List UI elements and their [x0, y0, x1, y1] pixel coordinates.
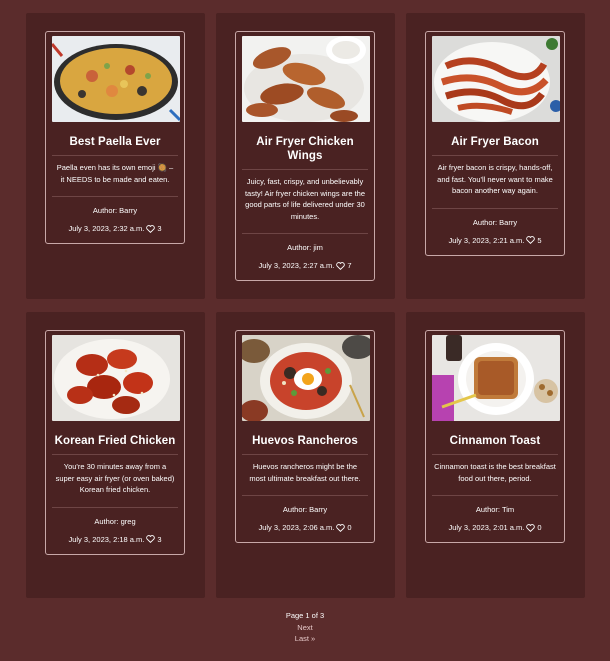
recipe-meta: July 3, 2023, 2:18 a.m. 3 — [52, 535, 178, 544]
recipe-description: Huevos rancheros might be the most ultim… — [249, 462, 361, 483]
recipe-author: Author: Tim — [475, 505, 515, 514]
recipe-panel: Korean Fried Chicken You're 30 minutes a… — [26, 312, 205, 598]
like-count: 5 — [537, 235, 542, 245]
recipe-title[interactable]: Huevos Rancheros — [242, 434, 368, 448]
like-count: 7 — [347, 261, 352, 270]
recipe-thumbnail[interactable] — [242, 36, 370, 122]
recipe-meta: July 3, 2023, 2:06 a.m. 0 — [242, 523, 368, 532]
heart-icon[interactable] — [146, 224, 156, 233]
recipe-thumbnail[interactable] — [52, 335, 180, 421]
recipe-author: Author: Barry — [472, 217, 518, 227]
recipe-description: You're 30 minutes away from a super easy… — [55, 462, 175, 494]
recipe-date: July 3, 2023, 2:18 a.m. — [68, 534, 145, 544]
heart-icon[interactable] — [526, 523, 536, 532]
recipe-meta: July 3, 2023, 2:01 a.m. 0 — [432, 523, 558, 532]
recipe-card[interactable]: Cinnamon Toast Cinnamon toast is the bes… — [425, 330, 565, 543]
heart-icon[interactable] — [146, 535, 156, 543]
recipe-title[interactable]: Cinnamon Toast — [432, 434, 558, 448]
like-count: 3 — [157, 534, 162, 544]
recipe-meta: July 3, 2023, 2:27 a.m. 7 — [242, 261, 368, 270]
heart-icon[interactable] — [526, 236, 536, 244]
recipe-author: Author: Barry — [92, 206, 138, 215]
recipe-author: Author: jim — [287, 243, 323, 252]
recipe-panel: Best Paella Ever Paella even has its own… — [26, 13, 205, 299]
recipe-thumbnail[interactable] — [432, 335, 560, 421]
divider — [242, 169, 368, 170]
recipe-card[interactable]: Air Fryer Chicken Wings Juicy, fast, cri… — [235, 31, 375, 281]
recipe-description: Air fryer bacon is crispy, hands-off, an… — [437, 163, 553, 195]
heart-icon[interactable] — [336, 523, 346, 532]
recipe-meta: July 3, 2023, 2:32 a.m. 3 — [52, 224, 178, 233]
recipe-card[interactable]: Air Fryer Bacon Air fryer bacon is crisp… — [425, 31, 565, 256]
recipe-grid: Best Paella Ever Paella even has its own… — [26, 13, 586, 598]
recipe-card[interactable]: Huevos Rancheros Huevos rancheros might … — [235, 330, 375, 543]
recipe-description: Paella even has its own emoji 🥘 – it NEE… — [56, 163, 174, 184]
divider — [432, 495, 558, 496]
divider — [52, 506, 178, 508]
recipe-description: Cinnamon toast is the best breakfast foo… — [434, 462, 556, 483]
recipe-date: July 3, 2023, 2:01 a.m. — [448, 523, 525, 532]
last-page-link[interactable]: Last » — [0, 633, 610, 645]
recipe-title[interactable]: Best Paella Ever — [52, 135, 178, 149]
recipe-card[interactable]: Korean Fried Chicken You're 30 minutes a… — [45, 330, 185, 555]
recipe-author: Author: greg — [94, 516, 136, 526]
recipe-description: Juicy, fast, crispy, and unbelievably ta… — [244, 177, 366, 221]
recipe-title[interactable]: Korean Fried Chicken — [52, 434, 178, 448]
recipe-thumbnail[interactable] — [432, 36, 560, 122]
recipe-date: July 3, 2023, 2:21 a.m. — [448, 235, 525, 245]
like-count: 3 — [157, 224, 162, 233]
divider — [52, 155, 178, 156]
recipe-panel: Air Fryer Chicken Wings Juicy, fast, cri… — [216, 13, 395, 299]
divider — [242, 233, 368, 234]
recipe-meta: July 3, 2023, 2:21 a.m. 5 — [432, 236, 558, 245]
recipe-date: July 3, 2023, 2:06 a.m. — [258, 523, 335, 532]
recipe-author: Author: Barry — [282, 505, 328, 514]
divider — [242, 454, 368, 455]
recipe-title[interactable]: Air Fryer Bacon — [432, 135, 558, 149]
recipe-card[interactable]: Best Paella Ever Paella even has its own… — [45, 31, 185, 244]
page-indicator: Page 1 of 3 — [285, 611, 325, 620]
divider — [432, 155, 558, 156]
divider — [432, 454, 558, 455]
recipe-date: July 3, 2023, 2:32 a.m. — [68, 224, 145, 233]
like-count: 0 — [347, 523, 352, 532]
recipe-panel: Air Fryer Bacon Air fryer bacon is crisp… — [406, 13, 585, 299]
divider — [52, 196, 178, 197]
pagination: Page 1 of 3 Next Last » — [0, 610, 610, 645]
divider — [242, 495, 368, 496]
recipe-thumbnail[interactable] — [242, 335, 370, 421]
recipe-thumbnail[interactable] — [52, 36, 180, 122]
heart-icon[interactable] — [336, 261, 346, 270]
divider — [432, 207, 558, 209]
recipe-title[interactable]: Air Fryer Chicken Wings — [242, 135, 368, 163]
recipe-panel: Huevos Rancheros Huevos rancheros might … — [216, 312, 395, 598]
divider — [52, 454, 178, 455]
next-page-link[interactable]: Next — [0, 622, 610, 634]
recipe-panel: Cinnamon Toast Cinnamon toast is the bes… — [406, 312, 585, 598]
like-count: 0 — [537, 523, 542, 532]
recipe-date: July 3, 2023, 2:27 a.m. — [258, 261, 335, 270]
